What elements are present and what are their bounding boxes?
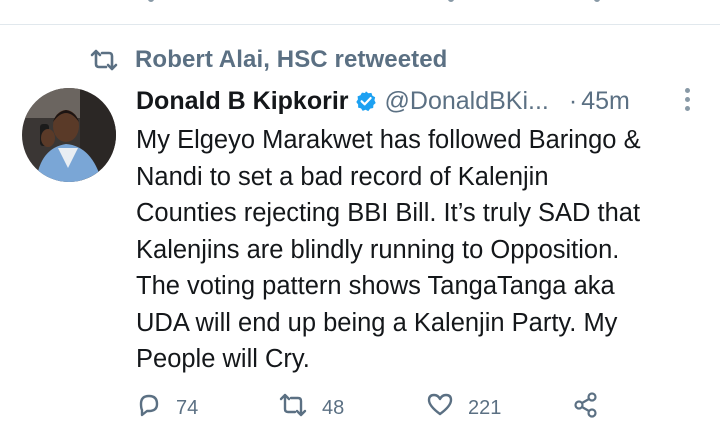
- retweet-icon: [90, 49, 118, 71]
- author-handle[interactable]: @DonaldBKi...: [385, 87, 549, 116]
- previous-tweet-edge: [0, 0, 720, 26]
- like-count: 221: [468, 396, 502, 419]
- text-fragment: [448, 0, 454, 2]
- reply-icon: [136, 392, 162, 424]
- author-display-name[interactable]: Donald B Kipkorir: [136, 87, 349, 116]
- tweet-text: My Elgeyo Marakwet has followed Baringo …: [136, 122, 708, 378]
- tweet-action-bar: 74 48 221: [136, 392, 696, 422]
- verified-badge-icon: [355, 90, 377, 112]
- text-fragment: [148, 0, 154, 2]
- retweet-button[interactable]: 48: [278, 392, 344, 424]
- retweet-count: 48: [322, 396, 345, 419]
- profile-photo: [22, 88, 116, 182]
- tweet-text-line: The voting pattern shows TangaTanga aka: [136, 272, 615, 300]
- like-button[interactable]: 221: [426, 392, 501, 424]
- retweeted-by-label: Robert Alai, HSC retweeted: [135, 46, 448, 73]
- heart-icon: [426, 392, 454, 424]
- tweet-header: Donald B Kipkorir @DonaldBKi... · 45m: [136, 84, 704, 118]
- share-icon: [572, 392, 600, 424]
- tweet-divider: [0, 24, 720, 25]
- text-fragment: [594, 0, 600, 2]
- tweet-text-line: Kalenjins are blindly running to Opposit…: [136, 235, 620, 264]
- retweet-context[interactable]: Robert Alai, HSC retweeted: [90, 44, 447, 76]
- tweet-text-line: UDA will end up being a Kalenjin Party. …: [136, 308, 618, 337]
- reply-button[interactable]: 74: [136, 392, 198, 424]
- retweet-icon: [278, 392, 308, 424]
- share-button[interactable]: [572, 392, 600, 424]
- tweet-text-line: My Elgeyo Marakwet has followed Baringo …: [136, 126, 641, 154]
- tweet-text-line: Counties rejecting BBI Bill. It’s truly …: [136, 199, 641, 227]
- tweet-timestamp[interactable]: 45m: [581, 87, 630, 116]
- tweet-text-line: People will Cry.: [136, 345, 310, 373]
- avatar[interactable]: [22, 88, 116, 182]
- tweet-text-line: Nandi to set a bad record of Kalenjin: [136, 162, 549, 191]
- separator-dot: ·: [568, 86, 578, 115]
- more-options-icon[interactable]: [684, 88, 690, 114]
- reply-count: 74: [176, 396, 199, 419]
